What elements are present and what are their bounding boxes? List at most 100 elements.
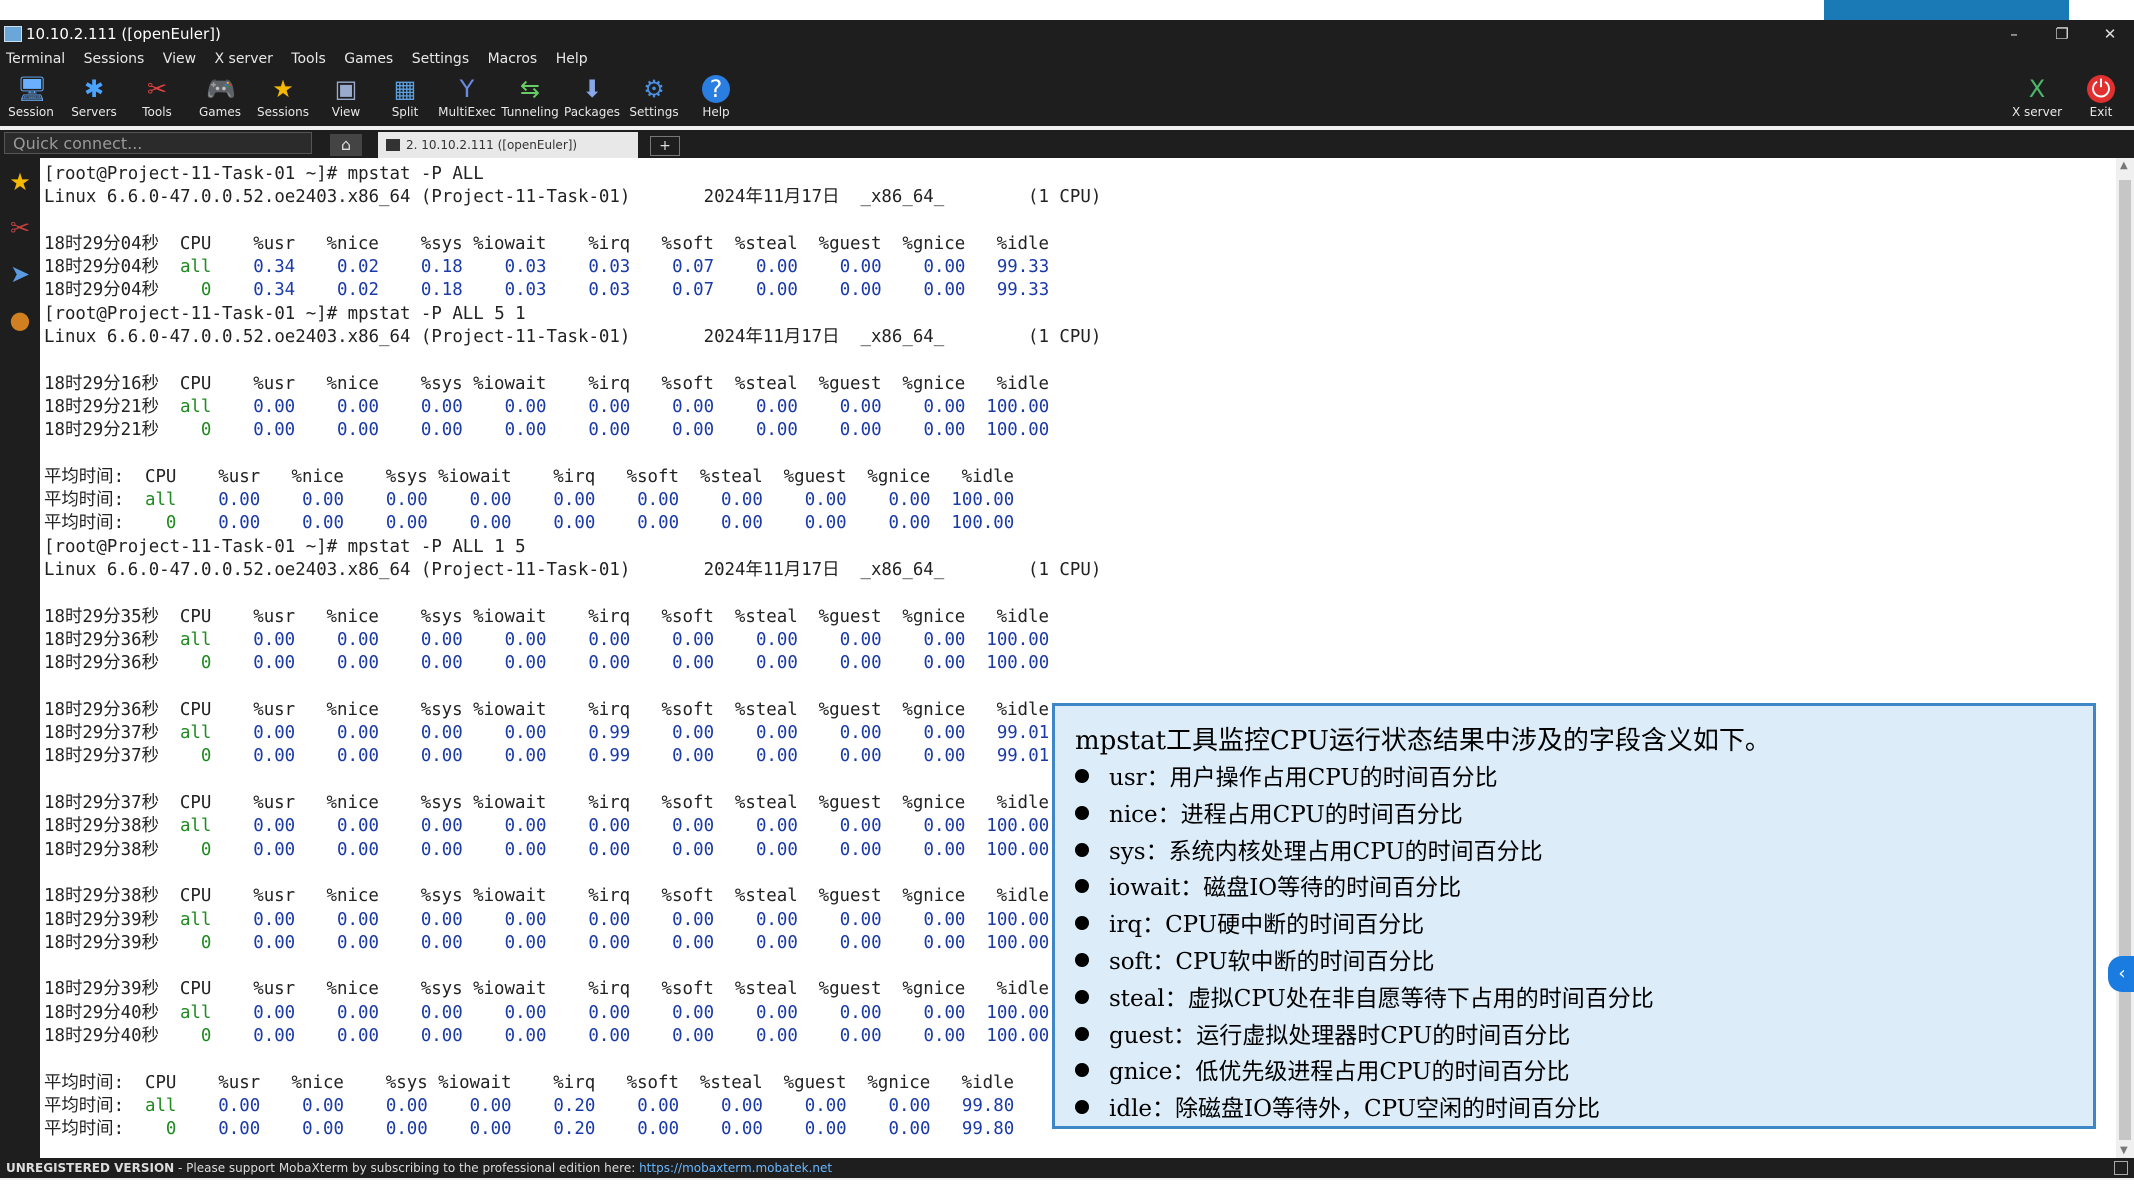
toolbar-exit-button[interactable]: ⏻ Exit <box>2070 72 2132 124</box>
split-icon: ▦ <box>393 75 417 103</box>
toolbar-label: Packages <box>564 105 620 119</box>
terminal-line: 18时29分38秒 0 0.00 0.00 0.00 0.00 0.00 0.0… <box>44 839 1050 860</box>
annotation-list: usr：用户操作占用CPU的时间百分比 nice：进程占用CPU的时间百分比 s… <box>1075 760 1654 1128</box>
window-controls: – ❐ ✕ <box>1990 20 2134 48</box>
terminal-line: 18时29分36秒 0 0.00 0.00 0.00 0.00 0.00 0.0… <box>44 653 1050 674</box>
toolbar-label: Servers <box>71 105 117 119</box>
servers-icon: ✱ <box>83 75 105 103</box>
terminal-line: 平均时间: all 0.00 0.00 0.00 0.00 0.20 0.00 … <box>44 1095 1015 1116</box>
toolbar-label: View <box>331 105 361 119</box>
side-panel-toggle-chevron-left-icon[interactable]: ‹ <box>2108 956 2134 992</box>
annotation-item: steal：虚拟CPU处在非自愿等待下占用的时间百分比 <box>1075 981 1654 1018</box>
toolbar-label: Exit <box>2089 105 2113 119</box>
toolbar-servers-button[interactable]: ✱ Servers <box>63 72 125 124</box>
terminal-line: 18时29分39秒 CPU %usr %nice %sys %iowait %i… <box>44 979 1049 1000</box>
home-tab[interactable]: ⌂ <box>330 134 362 156</box>
toolbar-label: Games <box>199 105 241 119</box>
close-button[interactable]: ✕ <box>2086 20 2134 48</box>
view-icon: ▣ <box>334 75 358 103</box>
xserver-icon: X <box>2028 75 2046 103</box>
menu-tools[interactable]: Tools <box>285 48 334 67</box>
terminal-line: 18时29分40秒 0 0.00 0.00 0.00 0.00 0.00 0.0… <box>44 1025 1050 1046</box>
menu-sessions[interactable]: Sessions <box>78 48 153 67</box>
toolbar-games-button[interactable]: 🎮 Games <box>189 72 251 124</box>
bullet-icon <box>1075 989 1089 1004</box>
mobaxterm-link[interactable]: https://mobaxterm.mobatek.net <box>639 1161 832 1175</box>
menu-macros[interactable]: Macros <box>482 48 546 67</box>
menu-games[interactable]: Games <box>338 48 401 67</box>
terminal-line: 18时29分37秒 0 0.00 0.00 0.00 0.00 0.99 0.0… <box>44 746 1050 767</box>
toolbar-label: MultiExec <box>438 105 496 119</box>
terminal-line: 平均时间: 0 0.00 0.00 0.00 0.00 0.00 0.00 0.… <box>44 513 1015 534</box>
help-icon: ? <box>702 75 730 103</box>
sidebar-tools-icon[interactable]: ✂ <box>4 212 36 244</box>
menu-settings[interactable]: Settings <box>406 48 477 67</box>
sidebar-send-icon[interactable]: ➤ <box>4 258 36 290</box>
annotation-item: usr：用户操作占用CPU的时间百分比 <box>1075 760 1654 797</box>
toolbar-tools-button[interactable]: ✂ Tools <box>126 72 188 124</box>
toolbar-xserver-button[interactable]: X X server <box>2006 72 2068 124</box>
bullet-icon <box>1075 916 1089 931</box>
terminal-line: 18时29分35秒 CPU %usr %nice %sys %iowait %i… <box>44 606 1049 627</box>
terminal-line: 18时29分38秒 CPU %usr %nice %sys %iowait %i… <box>44 886 1049 907</box>
bullet-icon <box>1075 842 1089 857</box>
left-sidebar: ★ ✂ ➤ ● <box>0 158 40 1158</box>
toolbar-split-button[interactable]: ▦ Split <box>374 72 436 124</box>
session-tab[interactable]: 2. 10.10.2.111 ([openEuler]) <box>378 132 638 158</box>
scroll-up-icon[interactable]: ▲ <box>2120 160 2128 171</box>
restore-button[interactable]: ❐ <box>2038 20 2086 48</box>
terminal-scrollbar[interactable]: ▲ ▼ <box>2116 158 2134 1158</box>
annotation-item: guest：运行虚拟处理器时CPU的时间百分比 <box>1075 1018 1654 1055</box>
toolbar-view-button[interactable]: ▣ View <box>315 72 377 124</box>
menu-bar: Terminal Sessions View X server Tools Ga… <box>0 48 2134 70</box>
scroll-down-icon[interactable]: ▼ <box>2120 1145 2128 1156</box>
bullet-icon <box>1075 952 1089 967</box>
terminal-line: 18时29分16秒 CPU %usr %nice %sys %iowait %i… <box>44 373 1049 394</box>
sidebar-macros-icon[interactable]: ● <box>4 304 36 336</box>
scrollbar-thumb[interactable] <box>2119 180 2131 1140</box>
minimize-button[interactable]: – <box>1990 20 2038 48</box>
toolbar-packages-button[interactable]: ⬇ Packages <box>561 72 623 124</box>
unregistered-label: UNREGISTERED VERSION <box>6 1161 175 1175</box>
toolbar-sessions-button[interactable]: ★ Sessions <box>252 72 314 124</box>
menu-view[interactable]: View <box>157 48 204 67</box>
terminal-line: 18时29分39秒 all 0.00 0.00 0.00 0.00 0.00 0… <box>44 909 1050 930</box>
packages-icon: ⬇ <box>581 75 603 103</box>
terminal-line: 18时29分37秒 all 0.00 0.00 0.00 0.00 0.99 0… <box>44 723 1050 744</box>
terminal-line: [root@Project-11-Task-01 ~]# mpstat -P A… <box>44 536 526 557</box>
terminal-line: 18时29分04秒 CPU %usr %nice %sys %iowait %i… <box>44 233 1049 254</box>
power-icon: ⏻ <box>2087 75 2115 103</box>
terminal-line: 18时29分21秒 0 0.00 0.00 0.00 0.00 0.00 0.0… <box>44 420 1050 441</box>
toolbar-tunneling-button[interactable]: ⇆ Tunneling <box>499 72 561 124</box>
quick-connect-input[interactable]: Quick connect... <box>4 132 312 154</box>
bullet-icon <box>1075 879 1089 894</box>
tunneling-icon: ⇆ <box>519 75 541 103</box>
terminal-line: 18时29分37秒 CPU %usr %nice %sys %iowait %i… <box>44 793 1049 814</box>
multiexec-icon: Y <box>459 75 475 103</box>
toolbar-help-button[interactable]: ? Help <box>685 72 747 124</box>
terminal-line: 18时29分04秒 0 0.34 0.02 0.18 0.03 0.03 0.0… <box>44 280 1050 301</box>
annotation-item: nice：进程占用CPU的时间百分比 <box>1075 797 1654 834</box>
terminal-line: 平均时间: 0 0.00 0.00 0.00 0.00 0.20 0.00 0.… <box>44 1119 1015 1140</box>
session-tab-label: 2. 10.10.2.111 ([openEuler]) <box>406 138 578 152</box>
annotation-title: mpstat工具监控CPU运行状态结果中涉及的字段含义如下。 <box>1075 726 1771 756</box>
menu-terminal[interactable]: Terminal <box>0 48 73 67</box>
terminal-line: Linux 6.6.0-47.0.0.52.oe2403.x86_64 (Pro… <box>44 187 1102 208</box>
menu-xserver[interactable]: X server <box>208 48 280 67</box>
bullet-icon <box>1075 1063 1089 1078</box>
toolbar-label: Help <box>702 105 730 119</box>
settings-icon: ⚙ <box>643 75 665 103</box>
toolbar-label: Sessions <box>256 105 310 119</box>
bullet-icon <box>1075 1100 1089 1115</box>
new-tab-button[interactable]: + <box>650 136 680 156</box>
menu-help[interactable]: Help <box>550 48 596 67</box>
toolbar-settings-button[interactable]: ⚙ Settings <box>623 72 685 124</box>
sidebar-sessions-star-icon[interactable]: ★ <box>4 166 36 198</box>
annotation-item: gnice：低优先级进程占用CPU的时间百分比 <box>1075 1054 1654 1091</box>
toolbar-multiexec-button[interactable]: Y MultiExec <box>436 72 498 124</box>
star-icon: ★ <box>272 75 294 103</box>
toolbar-label: X server <box>2011 105 2063 119</box>
title-bar: 10.10.2.111 ([openEuler]) – ❐ ✕ <box>0 20 2134 48</box>
toolbar-session-button[interactable]: 🖥 Session <box>0 72 62 124</box>
status-box-icon <box>2114 1161 2128 1175</box>
